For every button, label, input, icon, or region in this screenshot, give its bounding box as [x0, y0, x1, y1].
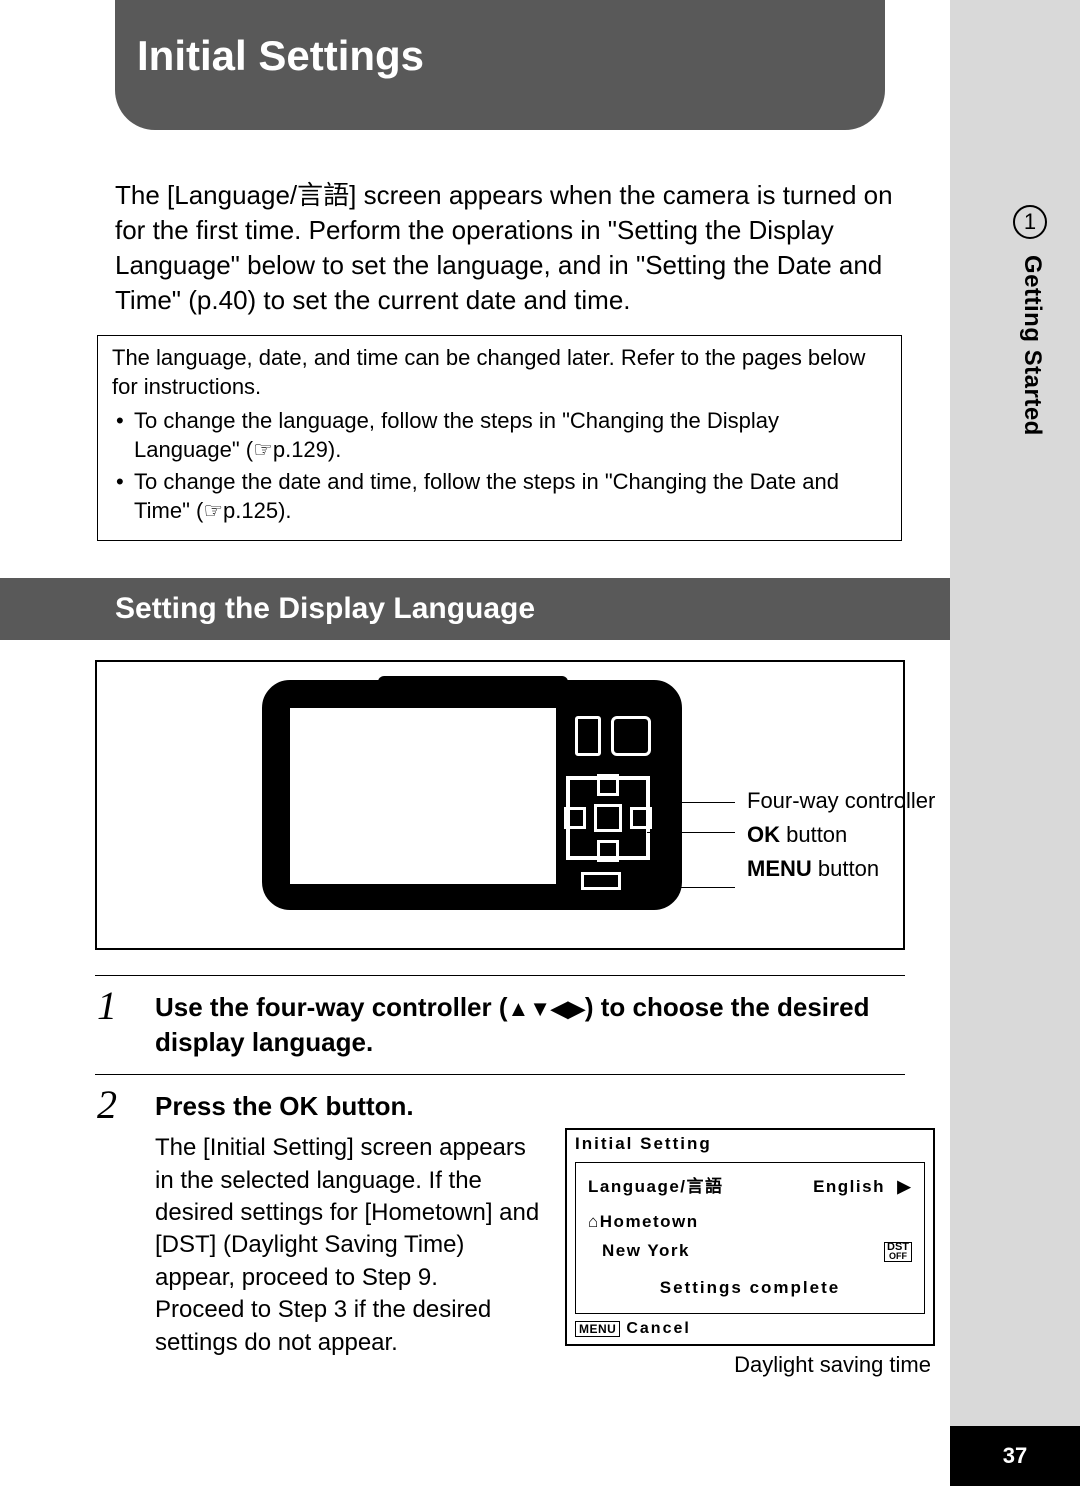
- lcd-settings-complete: Settings complete: [588, 1274, 912, 1303]
- intro-paragraph: The [Language/言語] screen appears when th…: [115, 178, 895, 318]
- lcd-hometown-row: ⌂Hometown: [588, 1208, 912, 1237]
- step-body: The [Initial Setting] screen appears in …: [155, 1132, 545, 1359]
- camera-figure: Four-way controller OK button MENU butto…: [95, 660, 905, 950]
- dpad-up: [597, 774, 619, 796]
- lcd-title: Initial Setting: [567, 1130, 933, 1158]
- step-title: Use the four-way controller (▲▼◀▶) to ch…: [155, 990, 905, 1060]
- step-item: 2 Press the OK button. The [Initial Sett…: [95, 1074, 905, 1392]
- leader-line: [627, 887, 735, 888]
- note-box: The language, date, and time can be chan…: [97, 335, 902, 541]
- label-ok: OK button: [747, 818, 935, 852]
- menu-icon: MENU: [575, 1321, 620, 1337]
- four-way-controller: [566, 776, 650, 860]
- home-icon: ⌂: [588, 1212, 600, 1231]
- section-number-badge: 1: [1013, 205, 1047, 239]
- lcd-footer: MENU Cancel: [567, 1318, 933, 1344]
- leader-line: [647, 832, 735, 833]
- page-title: Initial Settings: [115, 0, 885, 130]
- ok-button-graphic: [594, 804, 622, 832]
- step-number: 2: [97, 1081, 117, 1128]
- camera-screen: [288, 706, 558, 886]
- note-bullet: To change the date and time, follow the …: [112, 468, 887, 525]
- lcd-caption: Daylight saving time: [565, 1352, 935, 1378]
- section-label: Getting Started: [1018, 255, 1046, 436]
- side-tab: 1 Getting Started 37: [950, 0, 1080, 1486]
- page-number: 37: [950, 1426, 1080, 1486]
- dst-off-icon: DSTOFF: [884, 1242, 912, 1262]
- menu-button-graphic: [581, 872, 621, 890]
- content-area: Initial Settings The [Language/言語] scree…: [0, 0, 950, 1486]
- figure-labels: Four-way controller OK button MENU butto…: [747, 784, 935, 886]
- section-heading: Setting the Display Language: [0, 578, 950, 640]
- camera-control-small: [575, 716, 601, 756]
- step-title: Press the OK button.: [155, 1089, 905, 1124]
- manual-page: 1 Getting Started 37 Initial Settings Th…: [0, 0, 1080, 1486]
- steps-list: 1 Use the four-way controller (▲▼◀▶) to …: [95, 975, 905, 1392]
- label-menu: MENU button: [747, 852, 935, 886]
- chevron-right-icon: ▶: [897, 1177, 912, 1196]
- dpad-left: [564, 807, 586, 829]
- lcd-city-row: New York DSTOFF: [588, 1237, 912, 1266]
- note-bullet: To change the language, follow the steps…: [112, 407, 887, 464]
- note-lead: The language, date, and time can be chan…: [112, 344, 887, 401]
- step-number: 1: [97, 982, 117, 1029]
- label-fourway: Four-way controller: [747, 784, 935, 818]
- lcd-language-row: Language/言語 English ▶: [588, 1173, 912, 1202]
- dpad-right: [630, 807, 652, 829]
- lcd-column: Initial Setting Language/言語 English ▶ ⌂H…: [565, 1124, 935, 1378]
- step-item: 1 Use the four-way controller (▲▼◀▶) to …: [95, 975, 905, 1074]
- camera-body-illustration: [262, 680, 682, 910]
- camera-control-small: [611, 716, 651, 756]
- leader-line: [653, 802, 735, 803]
- lcd-screenshot: Initial Setting Language/言語 English ▶ ⌂H…: [565, 1128, 935, 1346]
- arrow-icons: ▲▼◀▶: [508, 996, 585, 1021]
- dpad-down: [597, 840, 619, 862]
